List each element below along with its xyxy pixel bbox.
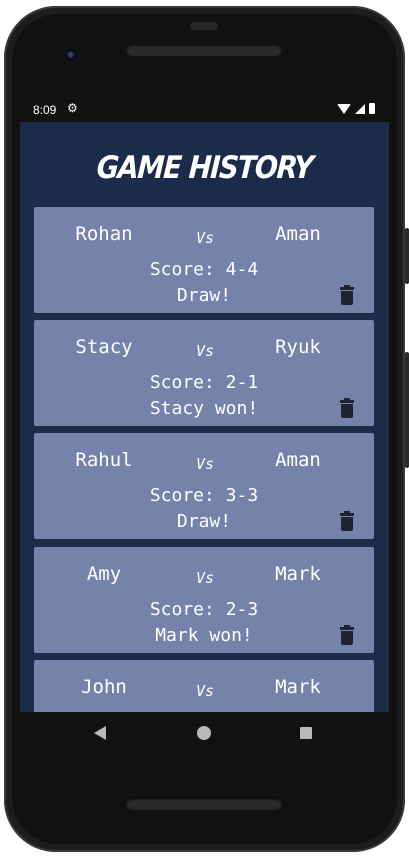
result-text: Draw! bbox=[176, 285, 232, 306]
status-icons bbox=[337, 103, 375, 114]
game-card: Stacy Vs Ryuk Score: 2-1 Stacy won! bbox=[34, 320, 374, 426]
score-text: Score: 2-1 bbox=[149, 372, 259, 393]
vs-label: Vs bbox=[195, 569, 215, 587]
player1-name: John bbox=[81, 676, 127, 698]
earpiece bbox=[190, 22, 218, 30]
score-text: Score: 3-3 bbox=[149, 485, 259, 506]
page-title: GAME HISTORY bbox=[95, 150, 314, 186]
player2-name: Aman bbox=[275, 223, 321, 245]
player2-name: Ryuk bbox=[275, 336, 321, 358]
player2-name: Aman bbox=[275, 449, 321, 471]
system-nav-bar bbox=[20, 712, 389, 758]
gear-icon: ⚙ bbox=[67, 101, 78, 115]
vs-label: Vs bbox=[195, 682, 215, 700]
vs-label: Vs bbox=[195, 342, 215, 360]
trash-icon[interactable] bbox=[340, 625, 354, 645]
score-text: Score: 4-4 bbox=[149, 259, 259, 280]
home-circle-icon[interactable] bbox=[197, 726, 211, 740]
volume-rocker bbox=[405, 352, 409, 468]
vs-label: Vs bbox=[195, 455, 215, 473]
bottom-speaker-grille bbox=[126, 798, 282, 810]
recents-square-icon[interactable] bbox=[300, 727, 312, 739]
front-camera bbox=[64, 48, 78, 62]
game-card: John Vs Mark bbox=[34, 660, 374, 712]
top-speaker-grille bbox=[126, 44, 282, 56]
wifi-icon bbox=[337, 103, 351, 114]
trash-icon[interactable] bbox=[340, 285, 354, 305]
player2-name: Mark bbox=[275, 676, 321, 698]
app-screen: GAME HISTORY Rohan Vs Aman Score: 4-4 Dr… bbox=[20, 122, 389, 712]
back-triangle-icon[interactable] bbox=[94, 726, 106, 740]
game-card: Amy Vs Mark Score: 2-3 Mark won! bbox=[34, 547, 374, 653]
trash-icon[interactable] bbox=[340, 511, 354, 531]
player2-name: Mark bbox=[275, 563, 321, 585]
power-button bbox=[405, 228, 409, 284]
signal-icon bbox=[355, 103, 365, 114]
player1-name: Rohan bbox=[75, 223, 133, 245]
game-card: Rahul Vs Aman Score: 3-3 Draw! bbox=[34, 433, 374, 539]
game-card: Rohan Vs Aman Score: 4-4 Draw! bbox=[34, 207, 374, 313]
status-time: 8:09 bbox=[33, 103, 57, 117]
player1-name: Stacy bbox=[75, 336, 133, 358]
score-text: Score: 2-3 bbox=[149, 599, 259, 620]
result-text: Draw! bbox=[176, 511, 232, 532]
result-text: Mark won! bbox=[155, 625, 253, 646]
player1-name: Rahul bbox=[75, 449, 133, 471]
battery-icon bbox=[369, 103, 375, 114]
vs-label: Vs bbox=[195, 229, 215, 247]
result-text: Stacy won! bbox=[149, 398, 259, 419]
status-bar: 8:09 ⚙ bbox=[20, 98, 389, 122]
trash-icon[interactable] bbox=[340, 398, 354, 418]
player1-name: Amy bbox=[86, 563, 122, 585]
